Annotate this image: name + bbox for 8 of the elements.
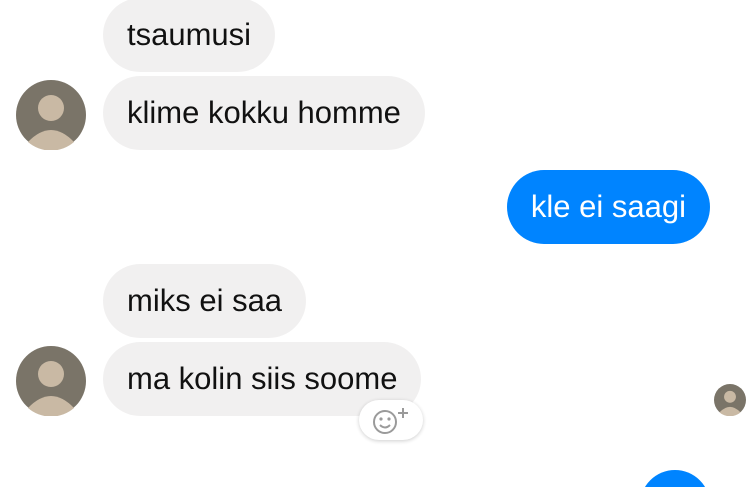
message-bubble: miks ei saa <box>103 264 306 338</box>
avatar-icon <box>714 384 746 416</box>
message-bubble: tsaumusi <box>103 0 276 72</box>
avatar-icon <box>16 346 86 416</box>
message-bubble: kle ei saagi <box>506 170 710 244</box>
message-bubble: klime kokku homme <box>103 76 425 150</box>
add-reaction-button[interactable] <box>359 400 424 440</box>
avatar-icon <box>16 80 86 150</box>
